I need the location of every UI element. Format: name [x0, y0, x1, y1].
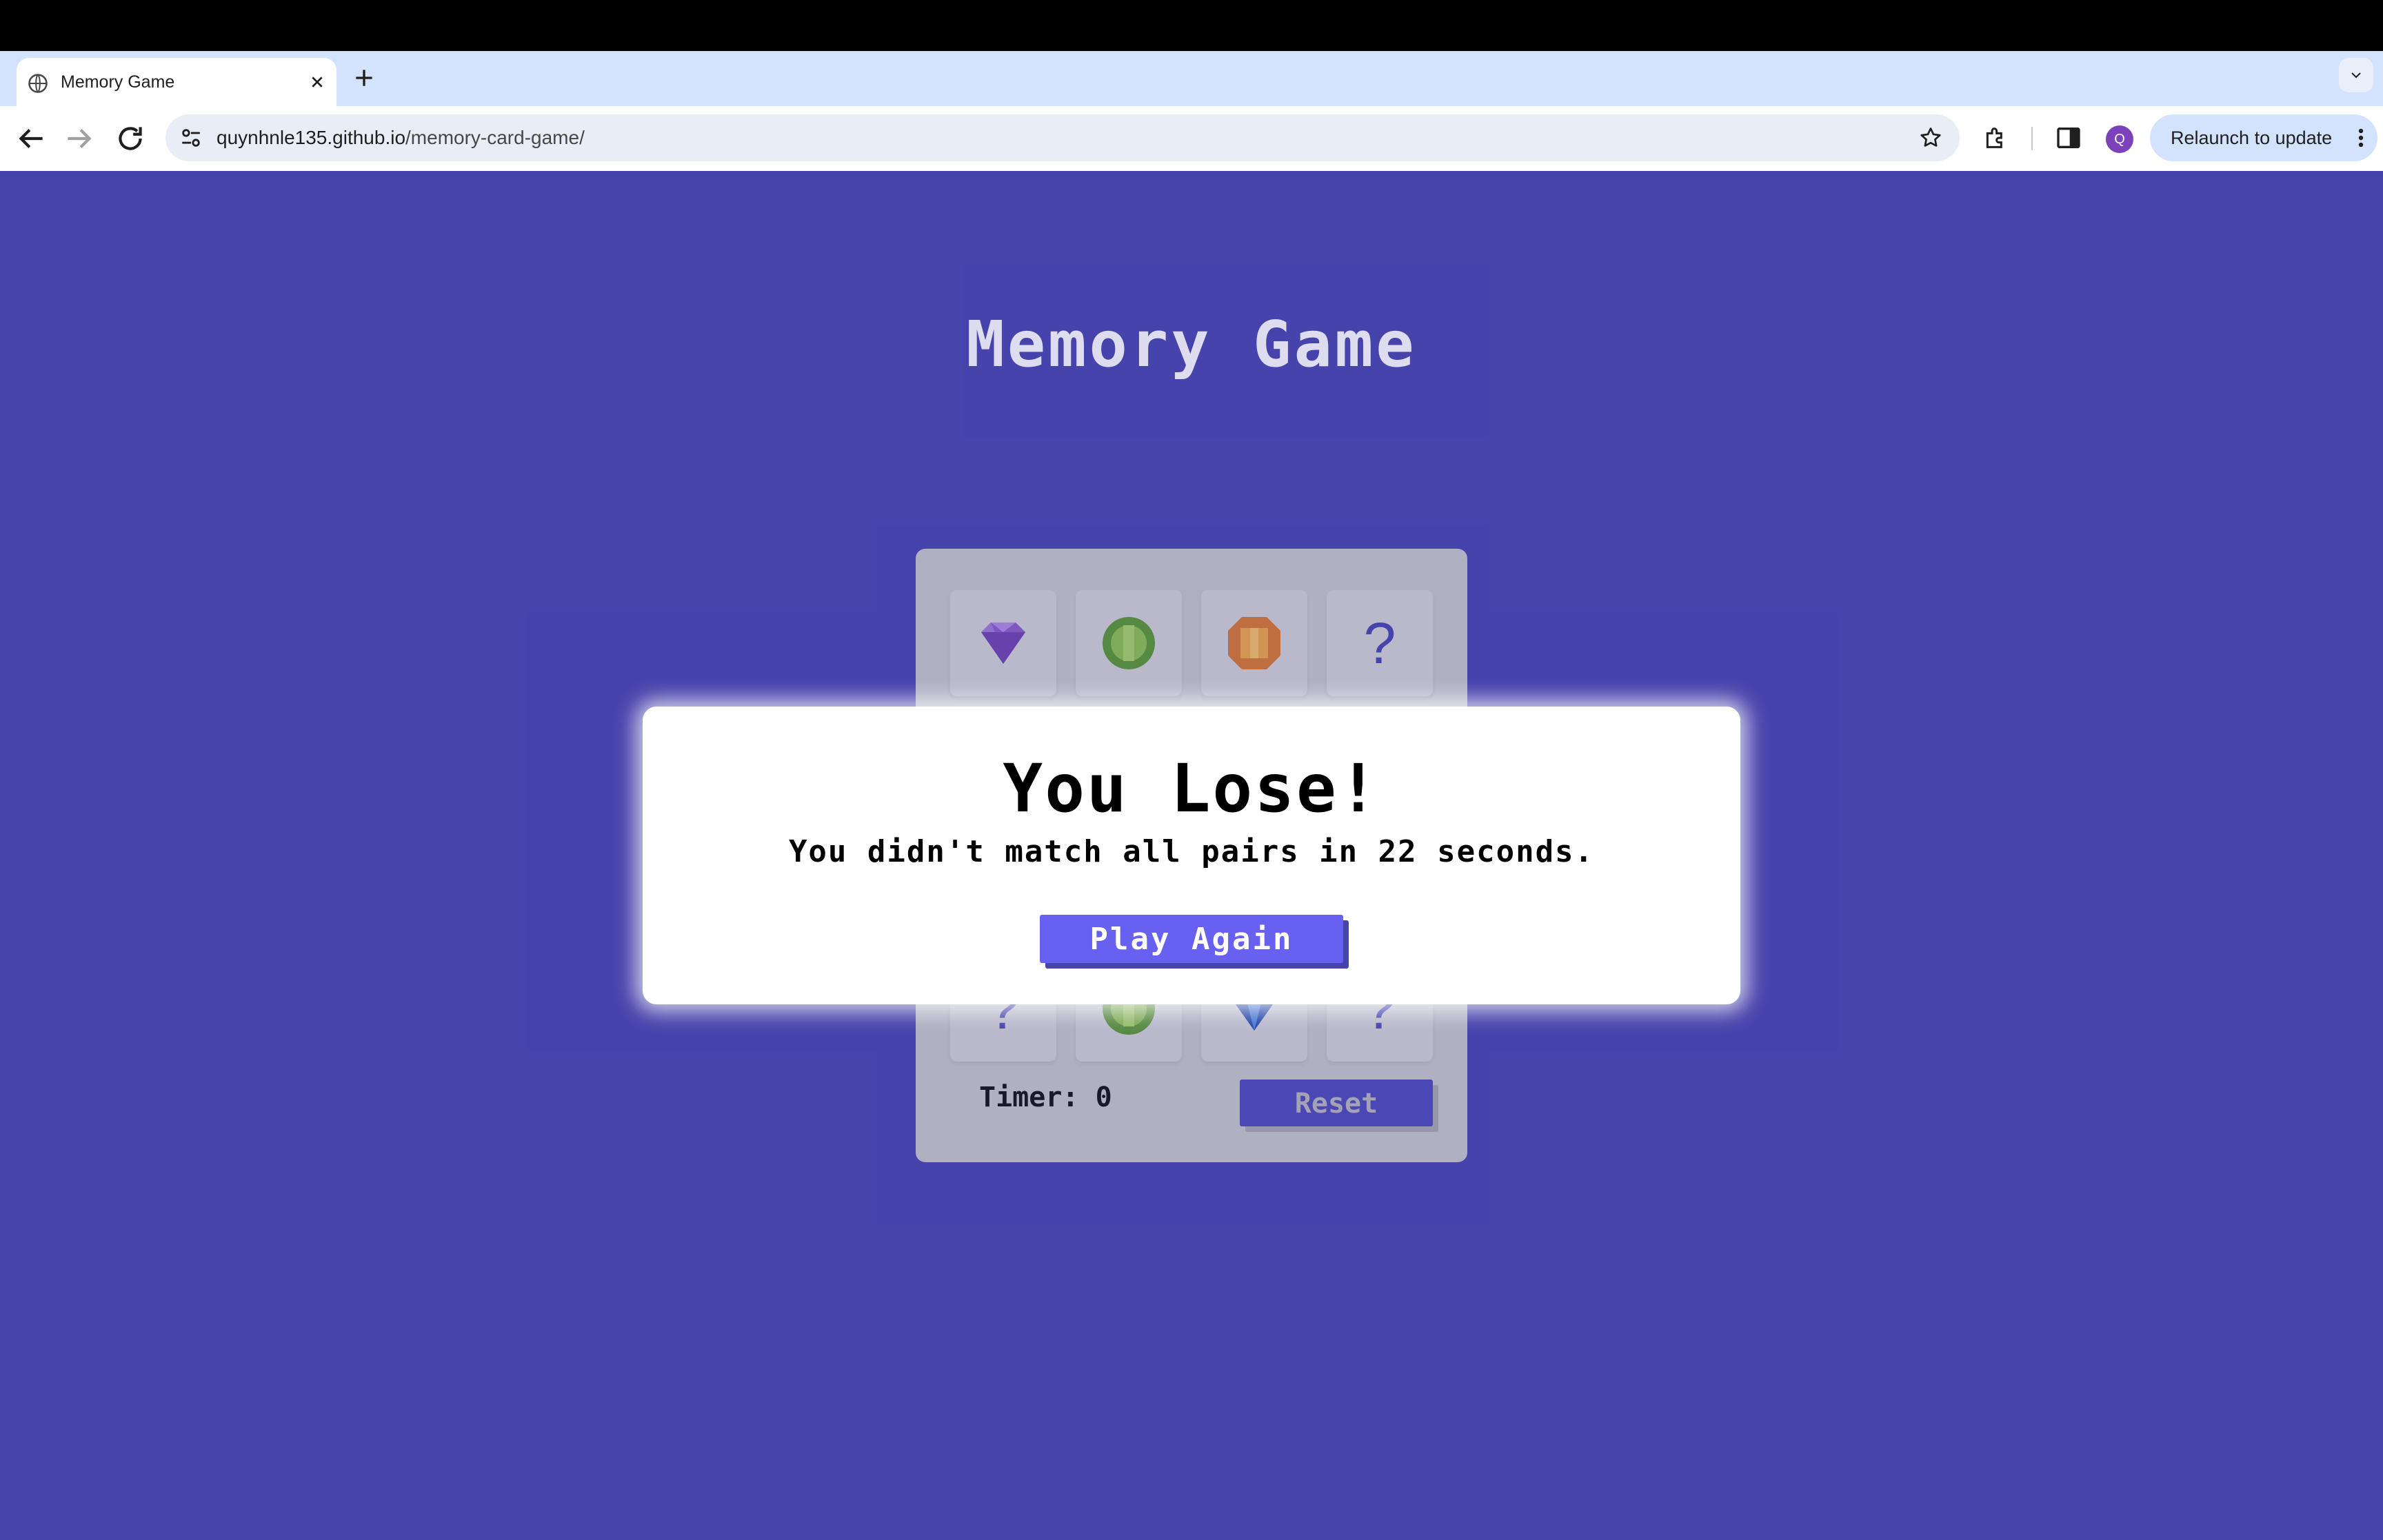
new-tab-icon[interactable]: [350, 64, 378, 92]
url-text: quynhnle135.github.io/memory-card-game/: [217, 114, 585, 161]
tab-strip: Memory Game: [0, 51, 2383, 106]
system-top-bar: [0, 0, 2383, 51]
play-again-button[interactable]: Play Again: [1040, 915, 1343, 963]
chevron-down-icon: [2351, 72, 2361, 79]
url-path: /memory-card-game/: [405, 127, 585, 148]
tab-title: Memory Game: [61, 72, 175, 92]
reload-icon[interactable]: [113, 121, 148, 156]
browser-toolbar: quynhnle135.github.io/memory-card-game/ …: [0, 106, 2383, 171]
url-host: quynhnle135.github.io: [217, 127, 406, 148]
back-arrow-icon[interactable]: [14, 121, 48, 156]
modal-title: You Lose!: [1003, 750, 1380, 827]
side-panel-icon[interactable]: [2055, 124, 2082, 152]
result-modal: You Lose! You didn't match all pairs in …: [643, 707, 1740, 1004]
relaunch-label: Relaunch to update: [2171, 128, 2333, 148]
profile-avatar[interactable]: Q: [2106, 125, 2133, 153]
bookmark-star-icon[interactable]: [1918, 125, 1943, 150]
address-bar[interactable]: quynhnle135.github.io/memory-card-game/: [165, 114, 1960, 161]
close-icon[interactable]: [306, 71, 328, 93]
browser-tab[interactable]: Memory Game: [17, 58, 336, 106]
extensions-icon[interactable]: [1982, 124, 2009, 152]
relaunch-to-update-button[interactable]: Relaunch to update: [2150, 114, 2377, 161]
tab-search-button[interactable]: [2339, 58, 2373, 92]
forward-arrow-icon[interactable]: [62, 121, 97, 156]
toolbar-separator: [2031, 127, 2033, 150]
site-settings-icon[interactable]: [179, 126, 203, 150]
globe-icon: [28, 74, 48, 93]
modal-message: You didn't match all pairs in 22 seconds…: [788, 834, 1595, 869]
more-menu-icon[interactable]: [2355, 127, 2366, 149]
